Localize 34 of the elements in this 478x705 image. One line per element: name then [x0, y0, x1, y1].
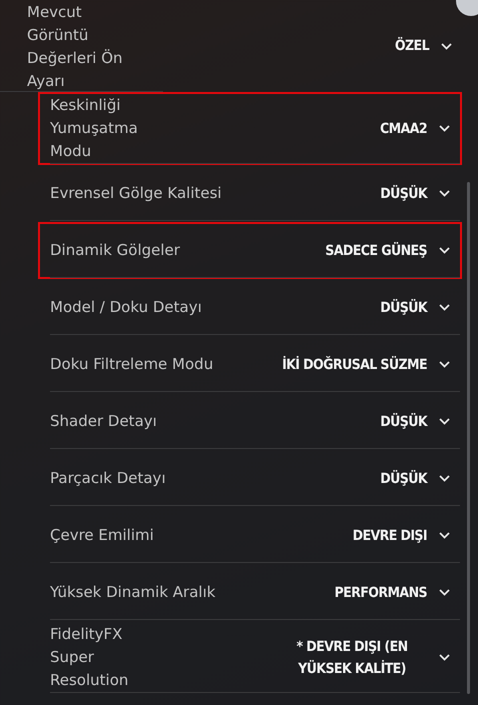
- setting-label: Parçacık Detayı: [50, 468, 166, 489]
- setting-label: Yüksek Dinamik Aralık: [50, 582, 216, 603]
- setting-dropdown[interactable]: DÜŞÜK: [380, 182, 450, 204]
- chevron-down-icon: [439, 589, 450, 596]
- setting-label: FidelityFX Super Resolution: [50, 624, 130, 691]
- setting-dropdown[interactable]: * DEVRE DIŞI (EN YÜKSEK KALİTE): [277, 636, 450, 680]
- setting-label: Model / Doku Detayı: [50, 297, 202, 318]
- chevron-down-icon: [441, 42, 452, 50]
- scrollbar[interactable]: [467, 182, 470, 694]
- setting-dropdown[interactable]: DÜŞÜK: [380, 410, 450, 432]
- chevron-down-icon: [439, 654, 450, 661]
- setting-label: Shader Detayı: [50, 411, 157, 432]
- setting-label: Doku Filtreleme Modu: [50, 354, 214, 375]
- setting-dropdown[interactable]: DÜŞÜK: [380, 296, 450, 318]
- chevron-down-icon: [439, 304, 450, 311]
- setting-dropdown[interactable]: CMAA2: [380, 118, 450, 140]
- chevron-down-icon: [439, 190, 450, 197]
- setting-dropdown[interactable]: PERFORMANS: [334, 582, 450, 604]
- setting-dropdown[interactable]: ÖZEL: [394, 35, 452, 57]
- setting-label: Evrensel Gölge Kalitesi: [50, 183, 222, 204]
- chevron-down-icon: [439, 361, 450, 368]
- chevron-down-icon: [439, 475, 450, 482]
- setting-label: Dinamik Gölgeler: [50, 240, 180, 261]
- setting-dropdown[interactable]: SADECE GÜNEŞ: [325, 240, 450, 262]
- chevron-down-icon: [439, 247, 450, 254]
- setting-label: Çevre Emilimi: [50, 525, 154, 546]
- setting-label: Keskinliği Yumuşatma Modu: [50, 95, 139, 162]
- chevron-down-icon: [439, 418, 450, 425]
- chevron-down-icon: [439, 125, 450, 132]
- setting-dropdown[interactable]: İKİ DOĞRUSAL SÜZME: [282, 354, 450, 376]
- setting-dropdown[interactable]: DEVRE DIŞI: [352, 524, 450, 546]
- setting-dropdown[interactable]: DÜŞÜK: [380, 468, 450, 490]
- chevron-down-icon: [439, 532, 450, 539]
- setting-label: Mevcut Görüntü Değerleri Ön Ayarı: [27, 2, 124, 92]
